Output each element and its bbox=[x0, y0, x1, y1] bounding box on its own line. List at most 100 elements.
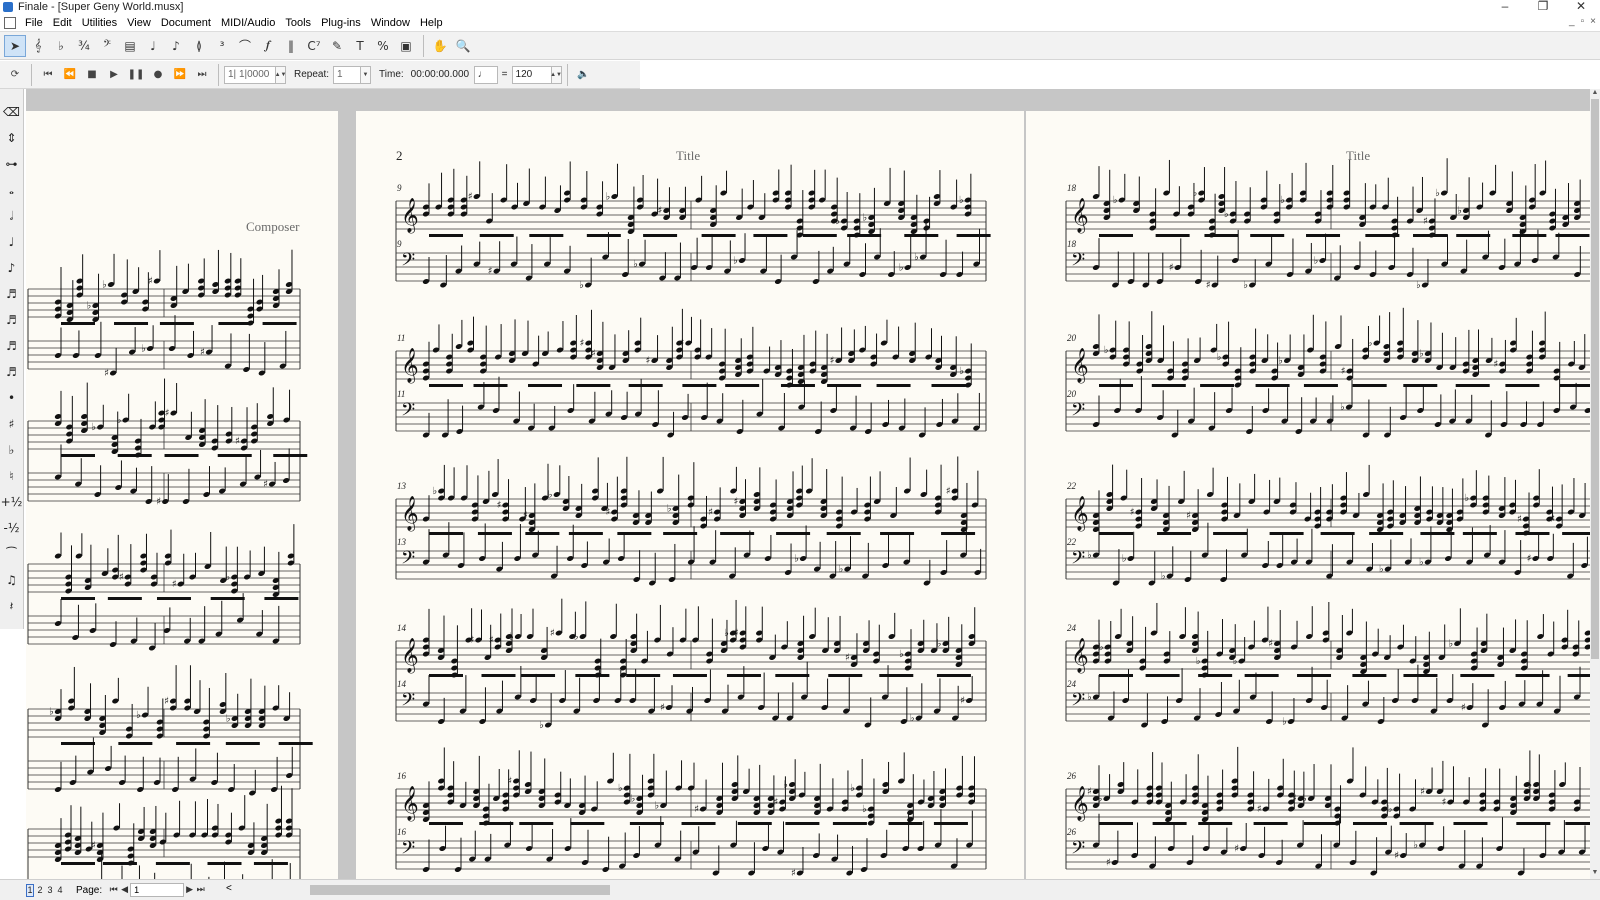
chord-tool-icon[interactable]: C⁷ bbox=[303, 35, 325, 57]
page-tab-1[interactable]: 1 bbox=[26, 883, 34, 897]
articulation-tool-icon[interactable]: ≬ bbox=[188, 35, 210, 57]
menu-tools[interactable]: Tools bbox=[280, 17, 316, 29]
menu-document[interactable]: Document bbox=[156, 17, 216, 29]
sixty-fourth-note-icon[interactable]: ♬ bbox=[2, 333, 22, 359]
one-twenty-eighth-note-icon[interactable]: ♬ bbox=[2, 359, 22, 385]
tempo-note-selector[interactable]: ♩ bbox=[473, 65, 498, 84]
scroll-down-icon[interactable]: ▼ bbox=[1590, 869, 1600, 879]
record-icon[interactable]: ● bbox=[147, 65, 169, 85]
document-icon[interactable] bbox=[4, 16, 16, 29]
horizontal-scrollbar[interactable]: < bbox=[224, 883, 1590, 897]
tempo-field[interactable]: 120 bbox=[511, 65, 552, 84]
smart-shape-tool-icon[interactable]: ⌒ bbox=[234, 35, 256, 57]
page-tab-2[interactable]: 2 bbox=[36, 884, 44, 897]
resize-tool-icon[interactable]: % bbox=[372, 35, 394, 57]
measure-tool-icon[interactable]: ▤ bbox=[119, 35, 141, 57]
beam bbox=[780, 384, 815, 387]
restore-button[interactable]: ❐ bbox=[1524, 0, 1562, 12]
half-note-icon[interactable]: 𝅗𝅥 bbox=[2, 203, 22, 229]
menu-utilities[interactable]: Utilities bbox=[77, 17, 122, 29]
tuplet-bracket-icon[interactable]: ⊶ bbox=[2, 151, 22, 177]
staff-tool-icon[interactable]: 𝄞 bbox=[27, 35, 49, 57]
accidental: ♯ bbox=[660, 703, 665, 714]
beam bbox=[1157, 532, 1192, 535]
selection-tool-icon[interactable]: ➤ bbox=[4, 34, 26, 57]
horizontal-scroll-thumb[interactable] bbox=[310, 885, 610, 895]
expression-tool-icon[interactable]: 𝆑 bbox=[257, 35, 279, 57]
doc-close-button[interactable]: × bbox=[1590, 16, 1596, 27]
last-page-icon[interactable]: ⏭ bbox=[195, 885, 206, 895]
speaker-icon[interactable]: 🔈 bbox=[573, 65, 595, 85]
menu-plug-ins[interactable]: Plug-ins bbox=[316, 17, 366, 29]
accidental: ♭ bbox=[631, 794, 636, 805]
key-signature-tool-icon[interactable]: ♭ bbox=[50, 35, 72, 57]
whole-note-icon[interactable]: 𝅝 bbox=[2, 177, 22, 203]
repeat-tool-icon[interactable]: ‖ bbox=[280, 35, 302, 57]
pause-icon[interactable]: ❚❚ bbox=[125, 65, 147, 85]
tie-icon[interactable]: ⁀ bbox=[2, 541, 22, 567]
nudge-icon[interactable]: ⇕ bbox=[2, 125, 22, 151]
natural-icon[interactable]: ♮ bbox=[2, 463, 22, 489]
eraser-icon[interactable]: ⌫ bbox=[2, 99, 22, 125]
thirty-second-note-icon[interactable]: ♬ bbox=[2, 307, 22, 333]
next-page-icon[interactable]: ▶ bbox=[184, 885, 195, 895]
half-step-up-icon[interactable]: +½ bbox=[1, 489, 23, 515]
measure-counter-field[interactable]: 1| 1|0000 bbox=[224, 65, 276, 84]
beam bbox=[1352, 674, 1387, 677]
flat-icon[interactable]: ♭ bbox=[2, 437, 22, 463]
playback-settings-icon[interactable]: ⟳ bbox=[4, 65, 26, 85]
counter-spinner[interactable]: ▲▼ bbox=[275, 65, 286, 84]
tempo-spinner[interactable]: ▲▼ bbox=[550, 65, 562, 84]
repeat-dropdown[interactable]: ▼ bbox=[361, 65, 372, 84]
speedy-entry-tool-icon[interactable]: ♪ bbox=[165, 35, 187, 57]
page-tab-3[interactable]: 3 bbox=[46, 884, 54, 897]
repeat-field[interactable]: 1 bbox=[333, 65, 362, 84]
grace-note-icon[interactable]: ♫ bbox=[2, 567, 22, 593]
menu-view[interactable]: View bbox=[122, 17, 156, 29]
accidental: ♭ bbox=[1314, 256, 1319, 267]
text-tool-icon[interactable]: T bbox=[349, 35, 371, 57]
scroll-up-icon[interactable]: ▲ bbox=[1590, 89, 1600, 99]
graphics-tool-icon[interactable]: ▣ bbox=[395, 35, 417, 57]
page-tab-4[interactable]: 4 bbox=[56, 884, 64, 897]
tuplet-tool-icon[interactable]: ³ bbox=[211, 35, 233, 57]
close-button[interactable]: ✕ bbox=[1562, 0, 1600, 12]
quarter-note-icon[interactable]: ♩ bbox=[2, 229, 22, 255]
time-signature-tool-icon[interactable]: ¾ bbox=[73, 35, 95, 57]
sixteenth-note-icon[interactable]: ♬ bbox=[2, 281, 22, 307]
dot-icon[interactable]: • bbox=[2, 385, 22, 411]
menu-edit[interactable]: Edit bbox=[48, 17, 77, 29]
lyrics-tool-icon[interactable]: ✎ bbox=[326, 35, 348, 57]
rest-icon[interactable]: 𝄽 bbox=[2, 593, 22, 619]
play-icon[interactable]: ▶ bbox=[103, 65, 125, 85]
half-step-down-icon[interactable]: -½ bbox=[2, 515, 22, 541]
menu-file[interactable]: File bbox=[20, 17, 48, 29]
accidental: ♭ bbox=[733, 256, 738, 267]
fast-forward-icon[interactable]: ⏩ bbox=[169, 65, 191, 85]
vertical-scrollbar[interactable]: ▲ ▼ bbox=[1590, 89, 1600, 879]
sharp-icon[interactable]: ♯ bbox=[2, 411, 22, 437]
stop-icon[interactable]: ■ bbox=[81, 65, 103, 85]
menu-help[interactable]: Help bbox=[415, 17, 448, 29]
rewind-icon[interactable]: ⏪ bbox=[59, 65, 81, 85]
first-page-icon[interactable]: ⏮ bbox=[108, 885, 119, 895]
page-number-field[interactable]: 1 bbox=[130, 883, 185, 897]
forward-to-end-icon[interactable]: ⏭ bbox=[191, 65, 213, 85]
eighth-note-icon[interactable]: ♪ bbox=[2, 255, 22, 281]
beam bbox=[253, 862, 288, 865]
vertical-scroll-thumb[interactable] bbox=[1591, 99, 1599, 659]
menu-midi-audio[interactable]: MIDI/Audio bbox=[216, 17, 280, 29]
score-canvas[interactable]: Composer 2 Title Title 𝄞 𝄢 9 9 ♯ ♭ ♯ ♭ ♭ ♭ ♯ ♭ ♭ ♭ ♭ ♭ 𝄞… bbox=[26, 89, 1590, 879]
clef-tool-icon[interactable]: 𝄢 bbox=[96, 35, 118, 57]
rewind-to-start-icon[interactable]: ⏮ bbox=[37, 65, 59, 85]
scroll-left-icon[interactable]: < bbox=[226, 883, 232, 894]
simple-entry-tool-icon[interactable]: ♩ bbox=[142, 35, 164, 57]
zoom-icon[interactable]: 🔍 bbox=[452, 35, 474, 57]
hand-grabber-icon[interactable]: ✋ bbox=[429, 35, 451, 57]
doc-minimize-button[interactable]: _ bbox=[1569, 16, 1575, 27]
doc-restore-button[interactable]: ▫ bbox=[1581, 16, 1585, 27]
menu-window[interactable]: Window bbox=[366, 17, 415, 29]
prev-page-icon[interactable]: ◀ bbox=[119, 885, 130, 895]
main-tools-toolbar: ➤ 𝄞 ♭ ¾ 𝄢 ▤ ♩ ♪ ≬ ³ ⌒ 𝆑 ‖ C⁷ ✎ T% ▣ ✋ 🔍 bbox=[0, 32, 1600, 60]
minimize-button[interactable]: – bbox=[1486, 0, 1524, 12]
